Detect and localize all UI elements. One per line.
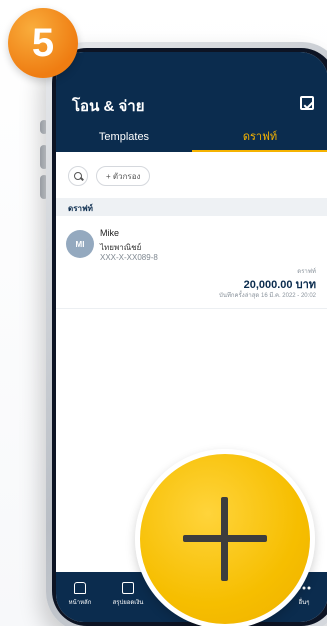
- page-title: โอน & จ่าย: [72, 98, 145, 115]
- saved-date: บันทึกครั้งล่าสุด 16 มี.ค. 2022 - 20:02: [219, 293, 316, 299]
- filter-row: + ตัวกรอง: [68, 166, 151, 186]
- avatar: MI: [66, 230, 94, 258]
- nav-summary[interactable]: สรุปยอดเงิน: [104, 582, 152, 607]
- add-button[interactable]: [135, 449, 315, 626]
- app-header: โอน & จ่าย Templates ดราฟท์: [56, 52, 327, 152]
- tab-templates[interactable]: Templates: [56, 128, 192, 152]
- plus-icon: [183, 497, 267, 581]
- divider: [56, 308, 327, 309]
- doc-icon: [122, 582, 134, 594]
- tutorial-stage: โอน & จ่าย Templates ดราฟท์ + ตัวกรอง ดร…: [0, 0, 327, 626]
- tab-bar: Templates ดราฟท์: [56, 128, 327, 152]
- filter-label: + ตัวกรอง: [106, 171, 141, 181]
- section-header: [56, 198, 327, 216]
- edit-icon[interactable]: [300, 96, 314, 110]
- nav-label: หน้าหลัก: [68, 600, 92, 606]
- step-badge: 5: [8, 8, 78, 78]
- filter-button[interactable]: + ตัวกรอง: [96, 166, 151, 186]
- nav-label: สรุปยอดเงิน: [112, 600, 144, 606]
- nav-home[interactable]: หน้าหลัก: [56, 582, 104, 607]
- search-icon[interactable]: [68, 166, 88, 186]
- home-icon: [74, 582, 86, 594]
- section-label: ดราฟท์: [68, 204, 93, 213]
- tab-draft[interactable]: ดราฟท์: [192, 128, 327, 152]
- nav-label: อื่นๆ: [298, 600, 310, 606]
- payee-name: Mike: [100, 228, 120, 238]
- payee-account: XXX-X-XX089-8: [100, 253, 158, 262]
